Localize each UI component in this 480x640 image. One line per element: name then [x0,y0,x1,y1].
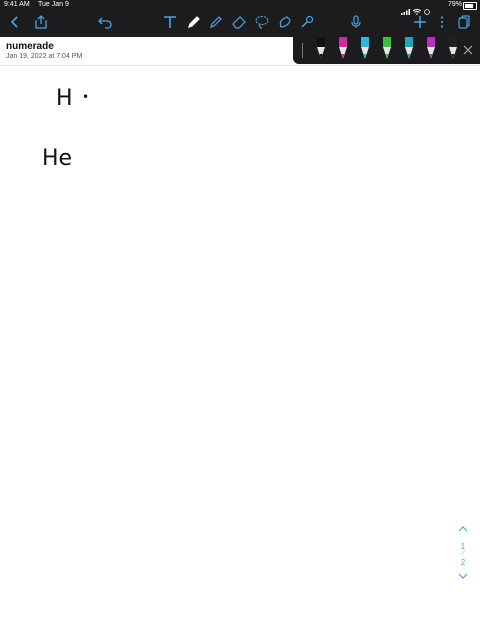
battery-icon [463,2,477,10]
pen-tray-divider [302,43,303,58]
undo-icon[interactable] [96,12,114,32]
total-pages: 2 [460,558,466,567]
handwritten-h: H [56,86,73,111]
close-pen-tray-icon[interactable] [462,43,474,55]
pen-swatch-3[interactable] [359,37,371,63]
lasso-tool-icon[interactable] [253,12,271,32]
back-icon[interactable] [6,12,24,32]
pen-swatch-2[interactable] [337,37,349,63]
top-toolbar: 9:41 AM Tue Jan 9 79% [0,0,480,37]
pen-tool-icon[interactable] [185,12,203,32]
microphone-icon[interactable] [347,12,365,32]
handwritten-he: He [42,146,73,171]
pen-swatch-4[interactable] [381,37,393,63]
more-icon[interactable] [433,12,451,32]
laser-tool-icon[interactable] [298,12,316,32]
pen-tray [293,37,480,64]
page-down-icon[interactable] [454,572,472,583]
pen-swatch-1[interactable] [315,37,327,63]
signal-icon [401,2,410,20]
pages-icon[interactable] [455,12,473,32]
handwritten-dot: • [82,90,90,104]
highlighter-tool-icon[interactable] [207,12,225,32]
pen-swatch-6[interactable] [425,37,437,63]
battery-percent: 79% [447,1,462,8]
pen-swatch-5[interactable] [403,37,415,63]
image-tool-icon[interactable] [276,12,294,32]
share-icon[interactable] [32,12,50,32]
pen-swatch-7[interactable] [447,37,459,63]
add-icon[interactable] [411,12,429,32]
document-title[interactable]: numerade [6,41,54,52]
text-tool-icon[interactable] [161,12,179,32]
eraser-tool-icon[interactable] [230,12,248,32]
status-time: 9:41 AM [4,1,30,8]
page-navigator: 1 ⟋ 2 [454,524,472,583]
note-canvas[interactable]: H • He [0,66,480,640]
status-date: Tue Jan 9 [38,1,69,8]
document-date: Jan 19, 2022 at 7:04 PM [6,53,83,60]
page-up-icon[interactable] [454,524,472,535]
